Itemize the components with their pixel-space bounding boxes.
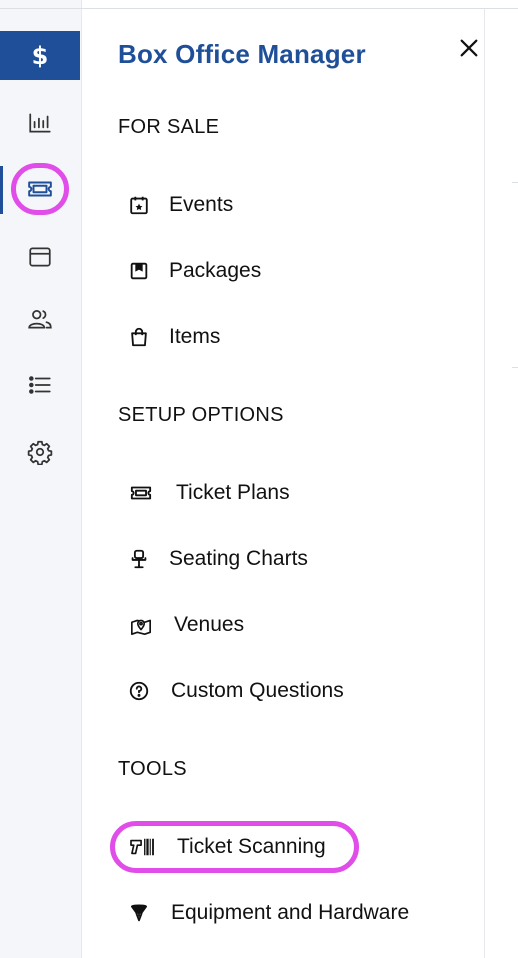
- nav-item-label: Items: [169, 325, 221, 348]
- map-pin-icon: [131, 619, 151, 635]
- nav-item-label: Venues: [174, 613, 245, 636]
- background-page: [484, 9, 518, 958]
- chair-icon: [131, 549, 147, 569]
- highlight-pill: [110, 821, 359, 873]
- nav-item-packages[interactable]: Packages: [128, 251, 261, 291]
- highlight-circle: [11, 163, 69, 215]
- nav-item-ticket-plans[interactable]: Ticket Plans: [128, 473, 290, 513]
- nav-item-custom-questions[interactable]: Custom Questions: [128, 671, 344, 711]
- ticket-icon: [130, 486, 152, 500]
- nav-item-seating-charts[interactable]: Seating Charts: [128, 539, 308, 579]
- nav-item-equipment-hardware[interactable]: Equipment and Hardware: [128, 893, 409, 933]
- drawer-title: Box Office Manager: [118, 39, 366, 69]
- nav-drawer: Box Office Manager FOR SALE Events Packa…: [82, 9, 484, 958]
- nav-item-label: Packages: [169, 259, 262, 282]
- rail-users-button[interactable]: [22, 301, 58, 337]
- nav-item-events[interactable]: Events: [128, 185, 233, 225]
- hardware-icon: [130, 904, 148, 922]
- nav-item-label: Seating Charts: [169, 547, 308, 570]
- section-for-sale: FOR SALE: [118, 116, 220, 138]
- rail-list-button[interactable]: [22, 367, 58, 403]
- section-setup-options: SETUP OPTIONS: [118, 404, 284, 426]
- gear-icon: [27, 440, 53, 465]
- browser-window-icon: [29, 247, 51, 267]
- question-circle-icon: [129, 681, 149, 701]
- left-nav-rail: [0, 0, 82, 958]
- nav-item-venues[interactable]: Venues: [128, 605, 244, 645]
- nav-item-label: Events: [169, 193, 234, 216]
- nav-item-label: Equipment and Hardware: [171, 901, 410, 924]
- section-tools: TOOLS: [118, 758, 187, 780]
- rail-reports-button[interactable]: [22, 105, 58, 141]
- rail-settings-button[interactable]: [22, 434, 58, 470]
- list-icon: [29, 376, 51, 394]
- nav-item-items[interactable]: Items: [128, 317, 220, 357]
- page-divider: [512, 367, 518, 368]
- close-button[interactable]: [458, 37, 486, 65]
- dollar-icon: $: [31, 41, 49, 70]
- rail-window-button[interactable]: [22, 239, 58, 275]
- shopping-bag-icon: [131, 327, 147, 347]
- nav-item-label: Custom Questions: [171, 679, 344, 702]
- close-icon: [460, 39, 478, 57]
- bar-chart-icon: [29, 113, 51, 133]
- calendar-star-icon: [130, 196, 148, 215]
- page-divider: [512, 182, 518, 183]
- rail-active-indicator: [0, 166, 3, 214]
- nav-item-label: Ticket Plans: [176, 481, 290, 504]
- users-icon: [28, 310, 52, 329]
- brand-logo[interactable]: $: [0, 31, 80, 80]
- package-icon: [130, 262, 148, 280]
